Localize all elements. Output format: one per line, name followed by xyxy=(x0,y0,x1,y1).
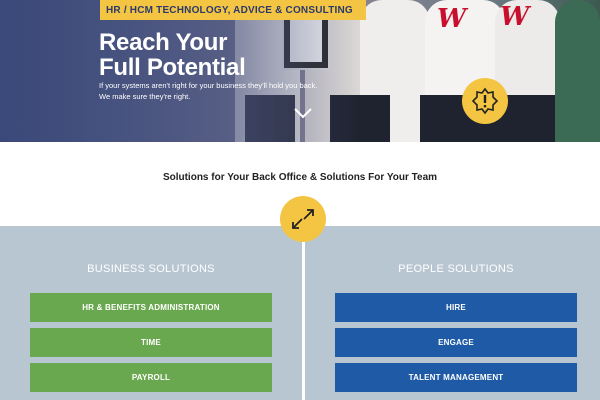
payroll-button[interactable]: PAYROLL xyxy=(30,363,272,392)
business-solutions-title: BUSINESS SOLUTIONS xyxy=(87,263,215,275)
engage-button[interactable]: ENGAGE xyxy=(335,328,577,357)
people-solutions-list: HIRE ENGAGE TALENT MANAGEMENT xyxy=(335,293,577,398)
people-solutions-title: PEOPLE SOLUTIONS xyxy=(398,263,514,275)
hero-tag: HR / HCM TECHNOLOGY, ADVICE & CONSULTING xyxy=(100,0,366,20)
column-divider xyxy=(302,226,305,400)
talent-management-button[interactable]: TALENT MANAGEMENT xyxy=(335,363,577,392)
hr-benefits-button[interactable]: HR & BENEFITS ADMINISTRATION xyxy=(30,293,272,322)
business-solutions-list: HR & BENEFITS ADMINISTRATION TIME PAYROL… xyxy=(30,293,272,398)
time-button[interactable]: TIME xyxy=(30,328,272,357)
chevron-down-icon[interactable] xyxy=(293,106,313,124)
hero-subtitle-line2: We make sure they're right. xyxy=(99,91,191,101)
hero-title-line2: Full Potential xyxy=(99,54,246,81)
section-heading: Solutions for Your Back Office & Solutio… xyxy=(162,172,438,183)
hero-title: Reach Your Full Potential xyxy=(99,29,246,81)
warning-burst-icon xyxy=(462,78,508,124)
hero-subtitle-line1: If your systems aren't right for your bu… xyxy=(99,81,318,90)
hire-button[interactable]: HIRE xyxy=(335,293,577,322)
swap-arrows-icon xyxy=(280,196,326,242)
hero-subtitle: If your systems aren't right for your bu… xyxy=(99,81,317,102)
hero-title-line1: Reach Your xyxy=(99,29,228,56)
hero-banner: W W HR / HCM TECHNOLOGY, ADVICE & CONSUL… xyxy=(0,0,600,142)
